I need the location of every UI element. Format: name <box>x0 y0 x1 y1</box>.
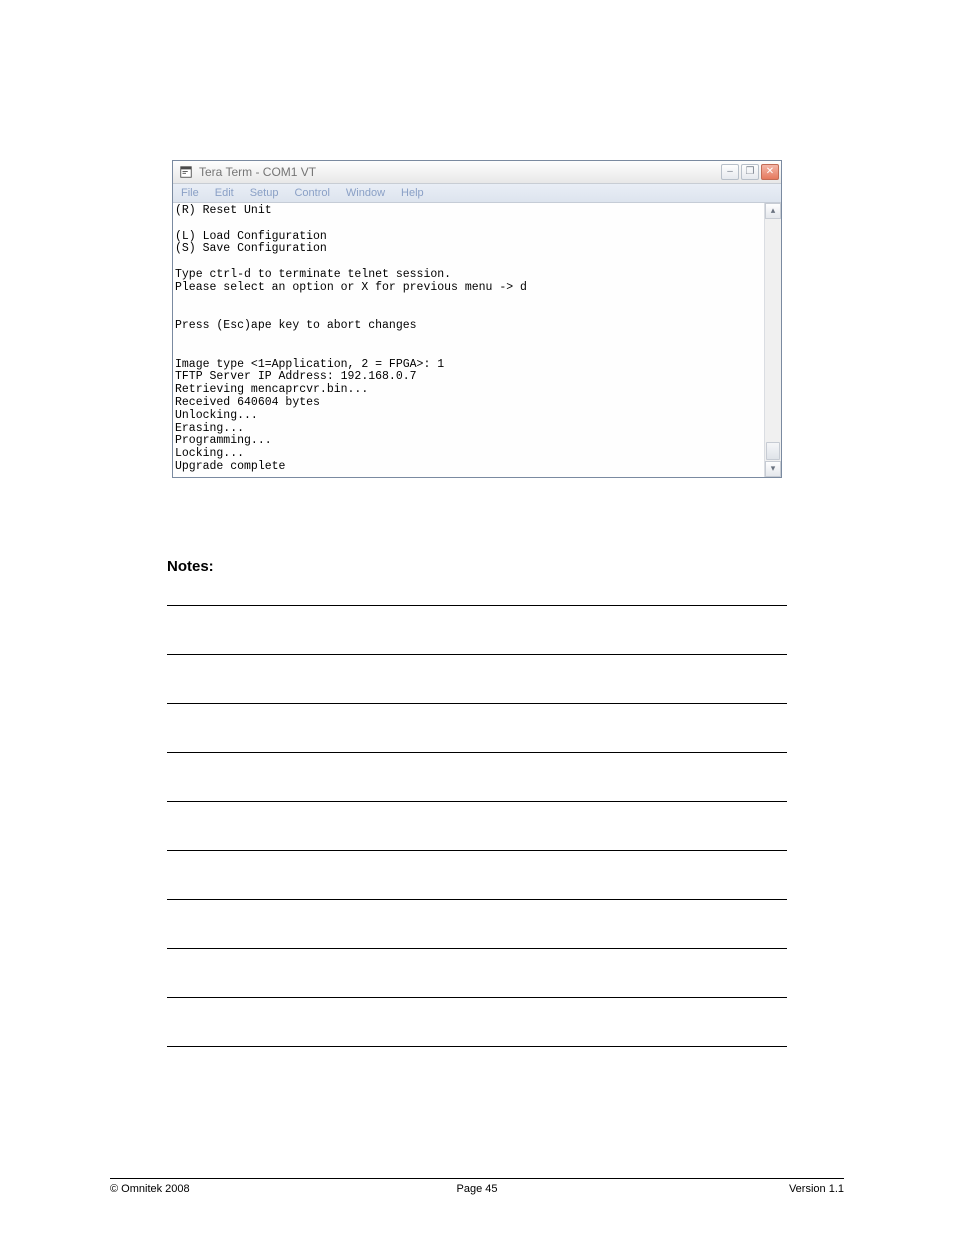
menu-file[interactable]: File <box>177 187 203 199</box>
terminal-client-area: (R) Reset Unit (L) Load Configuration (S… <box>173 203 781 477</box>
note-line <box>167 948 787 949</box>
note-line <box>167 1046 787 1047</box>
maximize-button[interactable]: ❐ <box>741 164 759 180</box>
note-line <box>167 899 787 900</box>
footer-center: Page 45 <box>110 1183 844 1195</box>
window-title: Tera Term - COM1 VT <box>199 165 721 179</box>
title-bar[interactable]: Tera Term - COM1 VT – ❐ ✕ <box>173 161 781 184</box>
scroll-up-button[interactable]: ▴ <box>765 203 781 219</box>
menu-bar: File Edit Setup Control Window Help <box>173 184 781 203</box>
terminal-output[interactable]: (R) Reset Unit (L) Load Configuration (S… <box>173 203 764 477</box>
close-button[interactable]: ✕ <box>761 164 779 180</box>
menu-window[interactable]: Window <box>342 187 389 199</box>
scroll-down-button[interactable]: ▾ <box>765 461 781 477</box>
vertical-scrollbar[interactable]: ▴ ▾ <box>764 203 781 477</box>
notes-heading: Notes: <box>167 558 787 575</box>
app-icon <box>179 165 193 179</box>
note-line <box>167 801 787 802</box>
terminal-window: Tera Term - COM1 VT – ❐ ✕ File Edit Setu… <box>172 160 782 478</box>
page-footer: © Omnitek 2008 Page 45 Version 1.1 <box>110 1178 844 1195</box>
menu-help[interactable]: Help <box>397 187 428 199</box>
note-line <box>167 654 787 655</box>
note-line <box>167 752 787 753</box>
note-line <box>167 850 787 851</box>
note-line <box>167 605 787 606</box>
menu-setup[interactable]: Setup <box>246 187 283 199</box>
notes-section: Notes: <box>167 558 787 1047</box>
menu-control[interactable]: Control <box>290 187 333 199</box>
note-line <box>167 703 787 704</box>
window-controls: – ❐ ✕ <box>721 164 779 180</box>
note-line <box>167 997 787 998</box>
scrollbar-thumb[interactable] <box>766 442 780 460</box>
minimize-button[interactable]: – <box>721 164 739 180</box>
menu-edit[interactable]: Edit <box>211 187 238 199</box>
page: Tera Term - COM1 VT – ❐ ✕ File Edit Setu… <box>0 0 954 1235</box>
